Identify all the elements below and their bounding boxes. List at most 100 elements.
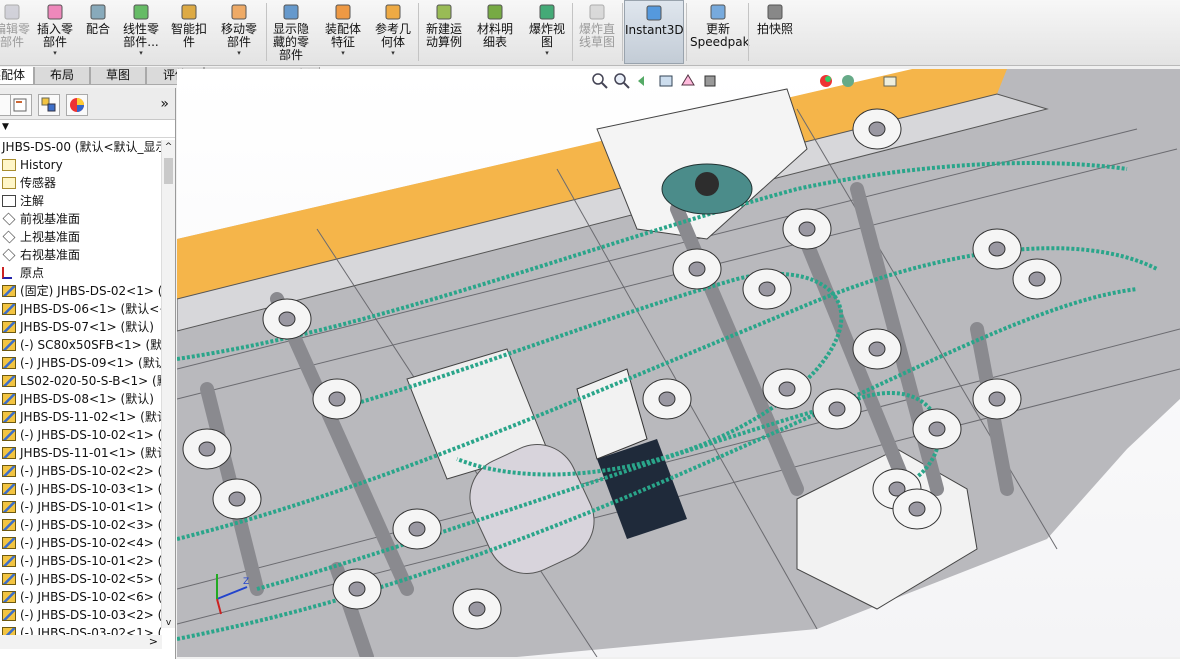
tab-1[interactable]: 布局: [34, 67, 90, 85]
edit-component-button[interactable]: 编辑零 部件: [0, 0, 30, 64]
ribbon-separator: [572, 3, 573, 61]
pulley-hub: [278, 311, 296, 327]
tree-item[interactable]: LS02-020-50-S-B<1> (默: [0, 372, 175, 390]
dropdown-arrow-icon[interactable]: ▾: [216, 49, 262, 57]
tree-item-label: JHBS-DS-06<1> (默认<<: [20, 302, 170, 316]
explode-line-sketch-button[interactable]: 爆炸直 线草图: [574, 0, 620, 64]
scroll-right-icon[interactable]: >: [149, 635, 158, 648]
dropdown-arrow-icon[interactable]: ▾: [118, 49, 164, 57]
display-manager-tab-icon[interactable]: [66, 94, 88, 116]
tree-item[interactable]: 前视基准面: [0, 210, 175, 228]
tree-item[interactable]: JHBS-DS-06<1> (默认<<: [0, 300, 175, 318]
tree-item-label: 原点: [20, 266, 45, 280]
tree-item-label: 前视基准面: [20, 212, 81, 226]
plane-icon: [2, 248, 16, 262]
property-manager-tab-icon[interactable]: [10, 94, 32, 116]
tree-item-label: (-) JHBS-DS-10-03<1> (: [20, 482, 163, 496]
tree-item[interactable]: 上视基准面: [0, 228, 175, 246]
tree-vertical-scrollbar[interactable]: ^ v: [161, 140, 175, 628]
scroll-down-icon[interactable]: v: [162, 618, 175, 628]
tree-item[interactable]: JHBS-DS-08<1> (默认): [0, 390, 175, 408]
tree-item[interactable]: 注解: [0, 192, 175, 210]
speedpak-button[interactable]: 更新 Speedpak: [690, 0, 750, 64]
move-component-button[interactable]: 移动零 部件 ▾: [216, 0, 262, 64]
tree-item[interactable]: (-) JHBS-DS-10-02<6> (: [0, 588, 175, 606]
tree-item[interactable]: (-) JHBS-DS-10-02<4> (: [0, 534, 175, 552]
pulley-hub: [228, 491, 246, 507]
tree-item[interactable]: (-) JHBS-DS-10-02<5> (: [0, 570, 175, 588]
assembly-features-button[interactable]: 装配体 特征 ▾: [318, 0, 368, 64]
apply-scene-icon[interactable]: [840, 73, 856, 89]
pulley-hub: [988, 391, 1006, 407]
tree-item[interactable]: JHBS-DS-11-01<1> (默认: [0, 444, 175, 462]
tree-item[interactable]: (-) JHBS-DS-10-02<3> (: [0, 516, 175, 534]
expand-panel-button[interactable]: »: [160, 96, 169, 112]
tree-item[interactable]: History: [0, 156, 175, 174]
bill-of-materials-button[interactable]: 材料明 细表: [472, 0, 518, 64]
ribbon-separator: [686, 3, 687, 61]
tab-0[interactable]: 装配体: [0, 67, 34, 85]
tab-2[interactable]: 草图: [90, 67, 146, 85]
tree-item-label: History: [20, 158, 63, 172]
tree-item[interactable]: (-) JHBS-DS-10-01<2> (: [0, 552, 175, 570]
tree-item[interactable]: (固定) JHBS-DS-02<1> (: [0, 282, 175, 300]
ribbon-button-label: Speedpak: [690, 35, 750, 49]
zoom-to-fit-icon[interactable]: [592, 73, 608, 89]
tree-item[interactable]: JHBS-DS-11-02<1> (默认: [0, 408, 175, 426]
reference-geometry-button[interactable]: 参考几 何体 ▾: [370, 0, 416, 64]
dropdown-arrow-icon[interactable]: ▾: [524, 49, 570, 57]
tree-item[interactable]: (-) JHBS-DS-10-03<2> (: [0, 606, 175, 624]
configuration-manager-tab-icon[interactable]: [38, 94, 60, 116]
tree-item[interactable]: 传感器: [0, 174, 175, 192]
display-style-icon[interactable]: [702, 73, 718, 89]
mate-button[interactable]: 配合: [82, 0, 114, 64]
insert-component-button[interactable]: 插入零 部件 ▾: [32, 0, 78, 64]
tree-item-label: (-) JHBS-DS-10-02<3> (: [20, 518, 163, 532]
dropdown-arrow-icon[interactable]: ▾: [318, 49, 368, 57]
tree-item[interactable]: (-) JHBS-DS-10-02<2> (: [0, 462, 175, 480]
tree-item[interactable]: 右视基准面: [0, 246, 175, 264]
pulley-hub: [408, 521, 426, 537]
exploded-view-button[interactable]: 爆炸视图 ▾: [524, 0, 570, 64]
filter-dropdown-arrow-icon[interactable]: ▼: [2, 122, 9, 132]
bill-of-materials-icon: [485, 3, 505, 21]
snapshot-button[interactable]: 拍快照: [752, 0, 798, 64]
tree-item[interactable]: (-) JHBS-DS-10-03<1> (: [0, 480, 175, 498]
feature-tree-toolbar: »: [0, 88, 175, 120]
view-settings-icon[interactable]: [882, 73, 898, 89]
smart-fasteners-button[interactable]: 智能扣件: [166, 0, 212, 64]
linear-pattern-button[interactable]: 线性零 部件... ▾: [118, 0, 164, 64]
zoom-to-area-icon[interactable]: [614, 73, 630, 89]
tree-item[interactable]: JHBS-DS-07<1> (默认): [0, 318, 175, 336]
dropdown-arrow-icon[interactable]: ▾: [370, 49, 416, 57]
tree-filter-row[interactable]: ▼: [0, 120, 175, 138]
part-icon: [2, 483, 16, 495]
previous-view-icon[interactable]: [636, 73, 652, 89]
ribbon-button-label: 特征: [330, 35, 355, 49]
section-view-icon[interactable]: [658, 73, 674, 89]
scroll-up-icon[interactable]: ^: [162, 140, 175, 154]
edit-appearance-icon[interactable]: [818, 73, 834, 89]
instant3d-button[interactable]: Instant3D: [624, 0, 684, 64]
tree-item[interactable]: (-) JHBS-DS-10-02<1> (: [0, 426, 175, 444]
tree-item-label: (-) JHBS-DS-10-02<4> (: [20, 536, 163, 550]
tree-horizontal-scrollbar[interactable]: >: [0, 635, 162, 649]
new-motion-study-button[interactable]: 新建运 动算例: [420, 0, 468, 64]
tree-item[interactable]: 原点: [0, 264, 175, 282]
part-icon: [2, 447, 16, 459]
tree-root-assembly[interactable]: JHBS-DS-00 (默认<默认_显示: [0, 138, 175, 156]
graphics-viewport[interactable]: Z: [177, 69, 1180, 657]
tree-scroll-thumb[interactable]: [164, 158, 173, 184]
tree-item[interactable]: (-) JHBS-DS-10-01<1> (: [0, 498, 175, 516]
tree-item-label: LS02-020-50-S-B<1> (默: [20, 374, 169, 388]
ribbon-button-label: 线草图: [578, 35, 615, 49]
tree-item[interactable]: (-) JHBS-DS-09<1> (默认: [0, 354, 175, 372]
part-icon: [2, 339, 16, 351]
dropdown-arrow-icon[interactable]: ▾: [32, 49, 78, 57]
view-orientation-icon[interactable]: [680, 73, 696, 89]
assembly-3d-model[interactable]: Z: [177, 69, 1180, 657]
part-icon: [2, 429, 16, 441]
show-hidden-components-button[interactable]: 显示隐 藏的零 部件: [268, 0, 314, 64]
tree-item[interactable]: (-) SC80x50SFB<1> (默认: [0, 336, 175, 354]
tree-item-label: (-) JHBS-DS-09<1> (默认: [20, 356, 167, 370]
